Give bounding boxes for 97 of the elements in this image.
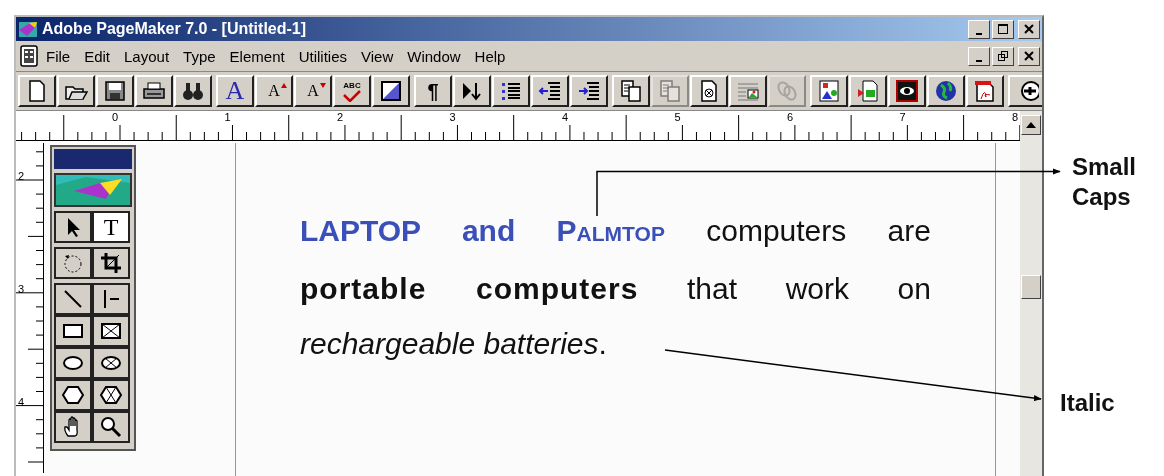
menu-item[interactable]: Edit [84,47,111,65]
menu-item[interactable]: Layout [124,47,170,65]
restore-icon [997,50,1009,62]
paragraph-text: LAPTOP and PALMTOP computers are portable computers that work on rechargeable batteries. [300,213,931,362]
menu-item[interactable]: Help [474,47,506,65]
toolbar-button[interactable] [492,75,530,107]
toolbar-button[interactable] [966,75,1004,107]
menu-item[interactable]: Utilities [298,47,347,65]
toolbar-button[interactable] [690,75,728,107]
toolbar-button[interactable] [372,75,410,107]
menu-item[interactable]: File [46,47,71,65]
toolbar-button[interactable] [96,75,134,107]
tool-button[interactable] [54,247,92,279]
toolbar-button[interactable] [531,75,569,107]
ruler-number: 4 [18,396,25,408]
ruler-number: 4 [562,111,569,123]
globe-icon [934,79,958,103]
toolbar-button[interactable] [810,75,848,107]
tool-button[interactable] [54,211,92,243]
vertical-scrollbar[interactable] [1020,111,1042,476]
ruler-number: 6 [787,111,794,123]
pages-icon [619,79,643,103]
square-fill-icon [379,79,403,103]
close-button[interactable] [1018,19,1040,39]
tool-button[interactable] [92,247,130,279]
menu-item[interactable]: View [361,47,394,65]
minimize-icon [976,32,982,35]
close-button[interactable] [1018,46,1040,66]
ruler-number: 0 [112,111,119,123]
tool-button[interactable] [54,347,92,379]
tool-button[interactable]: T [92,211,130,243]
ruler-number: 3 [18,283,25,295]
minimize-icon [976,59,982,62]
hexagon-frame-icon [99,383,123,407]
page-arrow-icon [856,79,880,103]
ruler-number: 2 [18,170,25,182]
toolbar-button[interactable] [453,75,491,107]
toolbar-button[interactable] [570,75,608,107]
tool-button[interactable] [92,283,130,315]
eye-icon [895,79,919,103]
toolbar-button[interactable]: A [255,75,293,107]
menu-item[interactable]: Element [229,47,285,65]
close-icon [1023,50,1035,62]
annotation-label: Italic [1060,388,1115,418]
shapes-icon [817,79,841,103]
magnifier-icon [99,415,123,439]
ruler-number: 8 [1012,111,1019,123]
ruler-number: 3 [449,111,456,123]
toolbar-button[interactable]: A [294,75,332,107]
scroll-up-button[interactable] [1021,115,1041,135]
restore-button[interactable] [992,46,1014,66]
toolbar-button[interactable] [927,75,965,107]
close-icon [1023,23,1035,35]
tool-button[interactable] [54,315,92,347]
hexagon-icon [61,383,85,407]
indent-icon [577,79,601,103]
ruler-number: 2 [337,111,344,123]
ruler-number: 1 [224,111,231,123]
scroll-thumb[interactable] [1021,275,1041,299]
outdent-icon [538,79,562,103]
tool-button[interactable] [54,411,92,443]
maximize-button[interactable] [992,19,1014,39]
app-icon [18,20,38,38]
window-title: Adobe PageMaker 7.0 - [Untitled-1] [42,20,307,38]
toolbar-button[interactable] [888,75,926,107]
crop-icon [99,251,123,275]
ruler-number: 5 [674,111,681,123]
menu-item[interactable]: Window [407,47,461,65]
pdf-page-icon [973,79,997,103]
toolbar-button[interactable] [729,75,767,107]
maximize-icon [997,23,1009,35]
up-arrow-icon [1026,122,1036,128]
tool-button[interactable] [54,379,92,411]
menu-item[interactable]: Type [183,47,216,65]
toolbar-button[interactable]: ABC [333,75,371,107]
toolbar-button[interactable] [612,75,650,107]
chain-link-icon [775,79,799,103]
annotation-label: Small Caps [1072,152,1138,212]
tool-button[interactable] [92,347,130,379]
minimize-button[interactable] [968,19,990,39]
tool-button[interactable] [92,411,130,443]
tool-button[interactable] [92,379,130,411]
toolbar-button[interactable]: A [216,75,254,107]
toolbar-button[interactable] [18,75,56,107]
document-icon[interactable] [20,45,38,67]
tool-button[interactable] [54,283,92,315]
tool-button[interactable] [92,315,130,347]
toolbar-button[interactable]: ¶ [414,75,452,107]
ruler-number: 7 [899,111,906,123]
toolbar-button[interactable] [57,75,95,107]
toolbar-button[interactable] [849,75,887,107]
toolbar-button[interactable] [174,75,212,107]
minimize-button[interactable] [968,46,990,66]
pages-icon [658,79,682,103]
toolbar-button[interactable] [1008,75,1042,107]
checkmark-icon [342,89,362,102]
toolbar-button[interactable] [135,75,173,107]
